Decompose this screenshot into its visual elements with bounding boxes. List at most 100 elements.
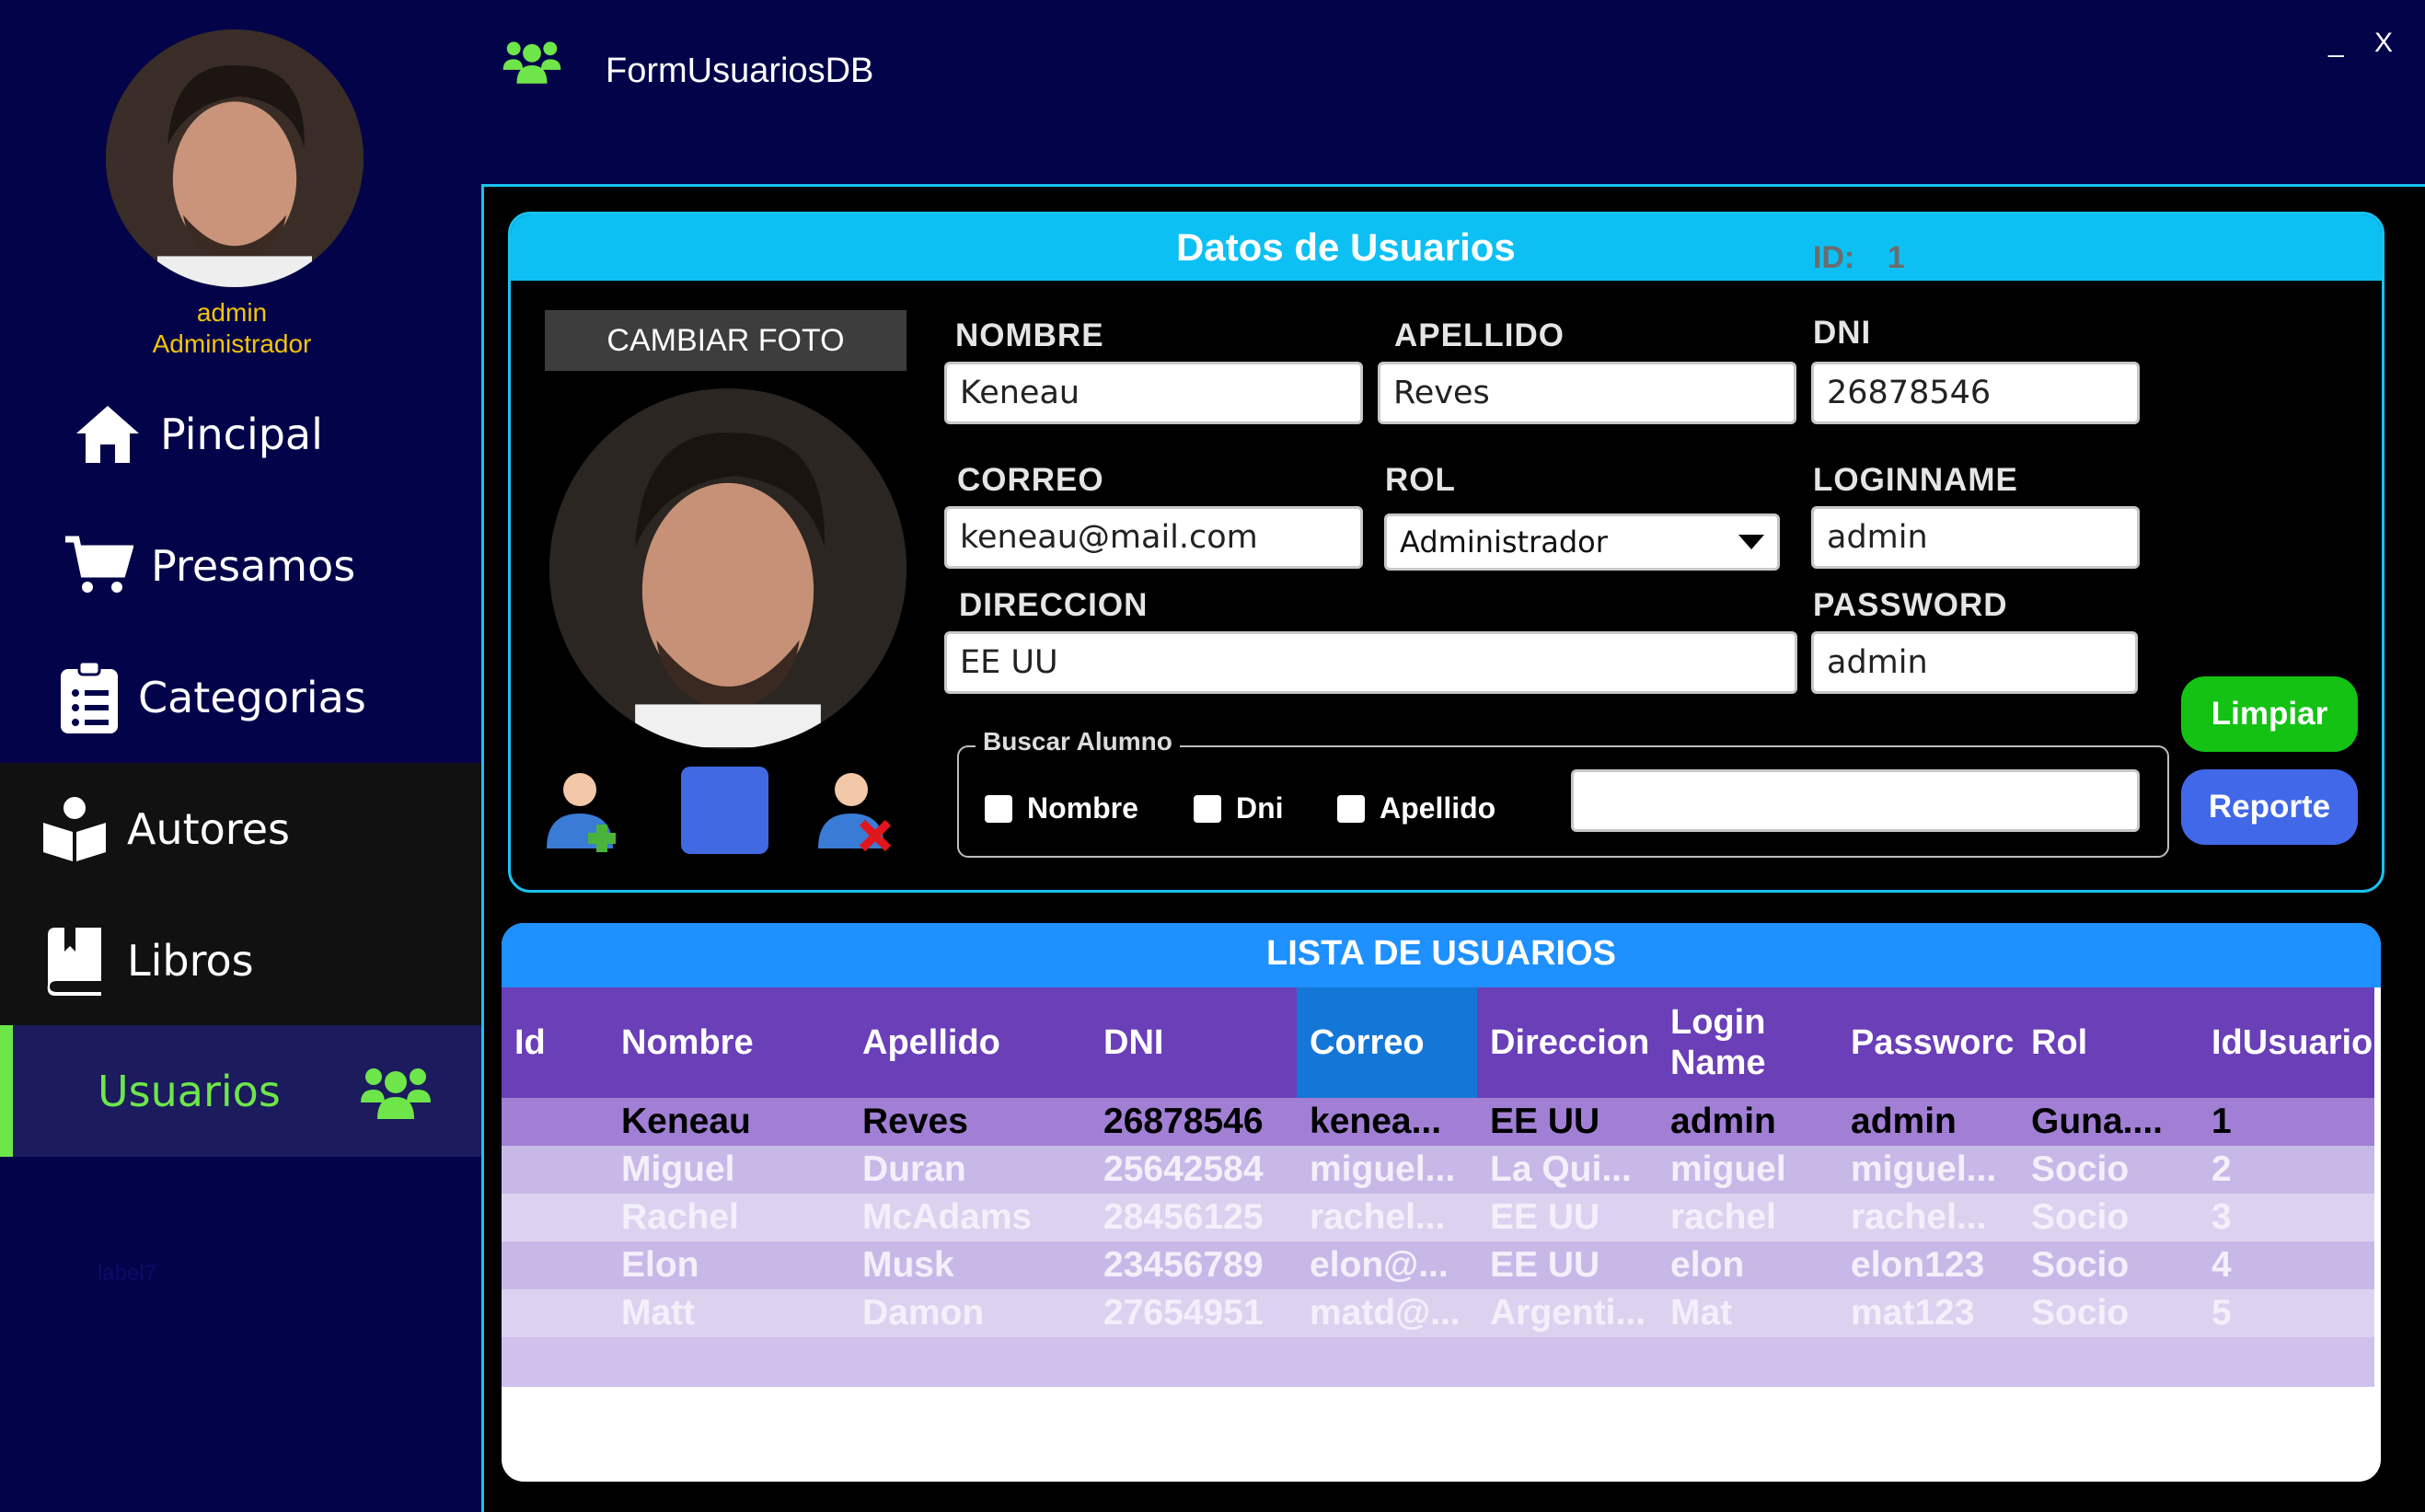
apellido-field[interactable]: Reves	[1378, 362, 1796, 424]
cell-idusuario[interactable]: 4	[2199, 1241, 2374, 1289]
direccion-field[interactable]: EE UU	[944, 631, 1797, 694]
table-row[interactable]: Elon Musk 23456789 elon@... EE UU elon elon123…	[502, 1241, 2374, 1289]
cell-id[interactable]	[502, 1098, 608, 1146]
rol-select[interactable]: Administrador	[1384, 514, 1780, 571]
password-field[interactable]: admin	[1811, 631, 2138, 694]
cell-loginname[interactable]: miguel	[1657, 1146, 1838, 1194]
cell-idusuario[interactable]: 1	[2199, 1098, 2374, 1146]
sidebar-item-autores[interactable]: Autores	[0, 763, 482, 895]
cell-correo[interactable]: rachel...	[1297, 1194, 1477, 1241]
cell-id[interactable]	[502, 1289, 608, 1337]
sidebar-item-prestamos[interactable]: Presamos	[0, 500, 482, 631]
cell-rol[interactable]: Socio	[2018, 1194, 2199, 1241]
cell-loginname[interactable]: elon	[1657, 1241, 1838, 1289]
cell-rol[interactable]: Guna....	[2018, 1098, 2199, 1146]
cell-correo[interactable]: miguel...	[1297, 1146, 1477, 1194]
add-user-icon[interactable]	[543, 768, 633, 857]
cell-apellido[interactable]: Damon	[849, 1289, 1091, 1337]
sidebar-item-libros[interactable]: Libros	[0, 895, 482, 1026]
column-header-direccion[interactable]: Direccion	[1477, 987, 1657, 1098]
edit-user-button[interactable]	[681, 767, 768, 854]
users-table[interactable]: Id Nombre Apellido DNI Correo Direccion …	[502, 987, 2374, 1387]
cell-nombre[interactable]: Matt	[608, 1289, 849, 1337]
nombre-checkbox[interactable]	[985, 794, 1012, 823]
cell-apellido[interactable]: Duran	[849, 1146, 1091, 1194]
cell-direccion[interactable]: La Qui...	[1477, 1146, 1657, 1194]
table-row[interactable]: Keneau Reves 26878546 kenea... EE UU admin adm…	[502, 1098, 2374, 1146]
close-button[interactable]: X	[2374, 28, 2393, 59]
cell-rol[interactable]: Socio	[2018, 1146, 2199, 1194]
table-row[interactable]: Matt Damon 27654951 matd@... Argenti... Mat ma…	[502, 1289, 2374, 1337]
cell-id[interactable]	[502, 1241, 608, 1289]
sidebar-item-categorias[interactable]: Categorias	[0, 631, 482, 763]
sidebar-item-usuarios[interactable]: Usuarios	[0, 1025, 482, 1157]
minimize-button[interactable]: _	[2328, 28, 2344, 59]
clear-button[interactable]: Limpiar	[2181, 676, 2358, 752]
cell-password[interactable]: rachel...	[1838, 1194, 2018, 1241]
column-header-loginname[interactable]: Login Name	[1657, 987, 1838, 1098]
cell-idusuario[interactable]: 2	[2199, 1146, 2374, 1194]
cell-direccion[interactable]: EE UU	[1477, 1098, 1657, 1146]
column-header-dni[interactable]: DNI	[1091, 987, 1297, 1098]
cell-nombre[interactable]: Rachel	[608, 1194, 849, 1241]
cell-loginname[interactable]: Mat	[1657, 1289, 1838, 1337]
cell-id[interactable]	[502, 1194, 608, 1241]
cell-direccion[interactable]: Argenti...	[1477, 1289, 1657, 1337]
cell-correo[interactable]: kenea...	[1297, 1098, 1477, 1146]
cell-password[interactable]: elon123	[1838, 1241, 2018, 1289]
cell-nombre[interactable]: Keneau	[608, 1098, 849, 1146]
cell-nombre[interactable]: Elon	[608, 1241, 849, 1289]
cell-apellido[interactable]: Reves	[849, 1098, 1091, 1146]
apellido-label: APELLIDO	[1394, 317, 1565, 353]
report-button[interactable]: Reporte	[2181, 769, 2358, 845]
column-header-password[interactable]: Passworc	[1838, 987, 2018, 1098]
column-header-correo[interactable]: Correo	[1297, 987, 1477, 1098]
column-header-id[interactable]: Id	[502, 987, 608, 1098]
cell-direccion[interactable]: EE UU	[1477, 1241, 1657, 1289]
search-option-apellido[interactable]: Apellido	[1337, 791, 1495, 825]
cell-correo[interactable]: elon@...	[1297, 1241, 1477, 1289]
cell-dni[interactable]: 23456789	[1091, 1241, 1297, 1289]
cell-dni[interactable]: 28456125	[1091, 1194, 1297, 1241]
change-photo-button[interactable]: CAMBIAR FOTO	[545, 310, 906, 371]
column-header-apellido[interactable]: Apellido	[849, 987, 1091, 1098]
search-input[interactable]	[1571, 769, 2140, 832]
cell-apellido[interactable]: Musk	[849, 1241, 1091, 1289]
cell-password[interactable]: miguel...	[1838, 1146, 2018, 1194]
cell-loginname[interactable]: admin	[1657, 1098, 1838, 1146]
loginname-field[interactable]: admin	[1811, 506, 2140, 569]
table-row[interactable]: Rachel McAdams 28456125 rachel... EE UU rache…	[502, 1194, 2374, 1241]
delete-user-icon[interactable]	[814, 768, 905, 857]
column-header-nombre[interactable]: Nombre	[608, 987, 849, 1098]
dni-field[interactable]: 26878546	[1811, 362, 2140, 424]
nombre-field[interactable]: Keneau	[944, 362, 1363, 424]
correo-field[interactable]: keneau@mail.com	[944, 506, 1363, 569]
dni-checkbox[interactable]	[1194, 794, 1221, 823]
profile-photo-image	[549, 390, 906, 747]
cell-password[interactable]: mat123	[1838, 1289, 2018, 1337]
table-row[interactable]: Miguel Duran 25642584 miguel... La Qui... mig…	[502, 1146, 2374, 1194]
apellido-checkbox[interactable]	[1337, 794, 1365, 823]
search-option-nombre[interactable]: Nombre	[985, 791, 1138, 825]
column-header-idusuario[interactable]: IdUsuario	[2199, 987, 2374, 1098]
cell-nombre[interactable]: Miguel	[608, 1146, 849, 1194]
cell-correo[interactable]: matd@...	[1297, 1289, 1477, 1337]
cell-idusuario[interactable]: 5	[2199, 1289, 2374, 1337]
cell-rol[interactable]: Socio	[2018, 1289, 2199, 1337]
column-header-rol[interactable]: Rol	[2018, 987, 2199, 1098]
cell-dni[interactable]: 27654951	[1091, 1289, 1297, 1337]
cell-rol[interactable]: Socio	[2018, 1241, 2199, 1289]
cell-direccion[interactable]: EE UU	[1477, 1194, 1657, 1241]
cell-apellido[interactable]: McAdams	[849, 1194, 1091, 1241]
sidebar-item-principal[interactable]: Pincipal	[0, 368, 482, 500]
cell-loginname[interactable]: rachel	[1657, 1194, 1838, 1241]
password-label: PASSWORD	[1813, 587, 2008, 623]
cell-dni[interactable]: 26878546	[1091, 1098, 1297, 1146]
window-title: FormUsuariosDB	[606, 52, 874, 90]
search-option-dni[interactable]: Dni	[1194, 791, 1284, 825]
sidebar-item-label: Presamos	[151, 540, 356, 591]
cell-password[interactable]: admin	[1838, 1098, 2018, 1146]
cell-dni[interactable]: 25642584	[1091, 1146, 1297, 1194]
cell-id[interactable]	[502, 1146, 608, 1194]
cell-idusuario[interactable]: 3	[2199, 1194, 2374, 1241]
